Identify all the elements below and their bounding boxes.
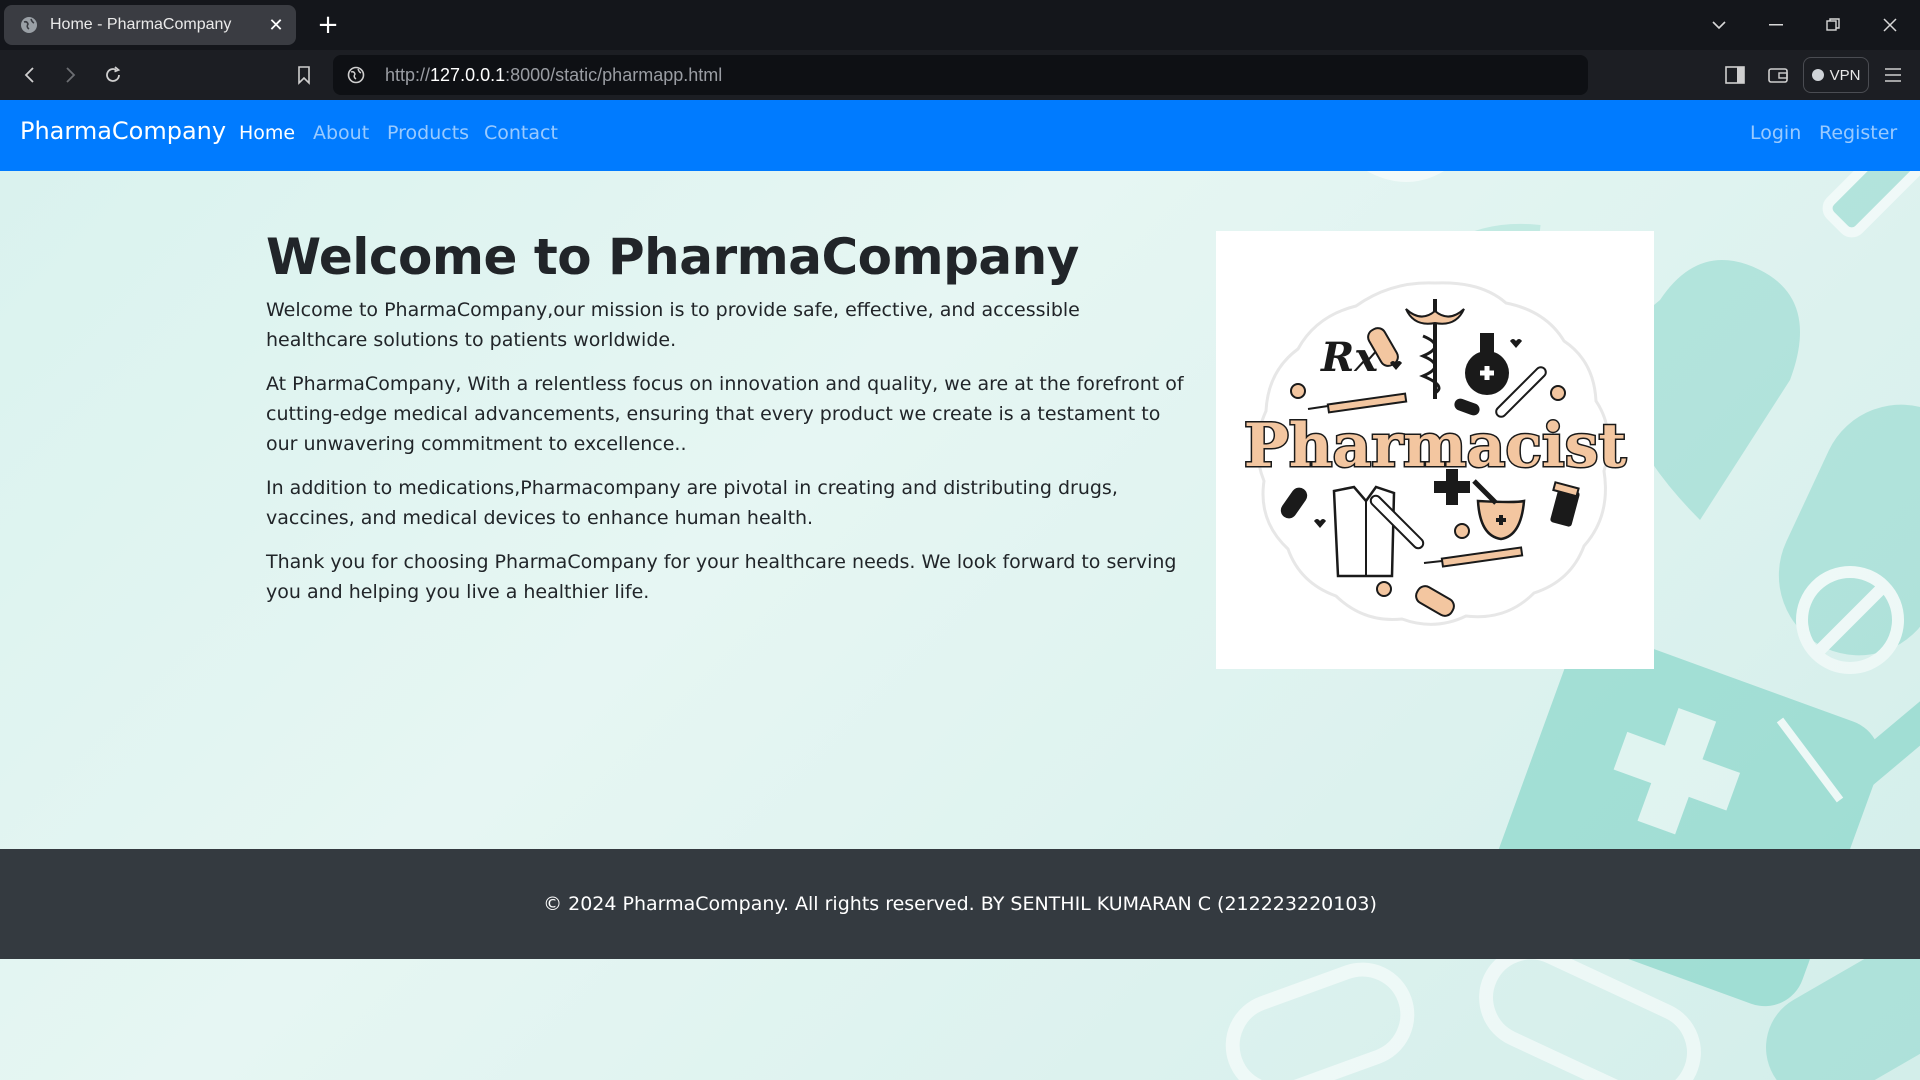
vpn-status-icon xyxy=(1811,69,1824,81)
nav-link-products[interactable]: Products xyxy=(387,122,469,144)
vpn-button[interactable]: VPN xyxy=(1803,57,1869,93)
welcome-section: Welcome to PharmaCompany Welcome to Phar… xyxy=(266,230,1186,607)
innovation-paragraph: At PharmaCompany, With a relentless focu… xyxy=(266,373,1184,455)
nav-link-contact[interactable]: Contact xyxy=(484,122,558,144)
chevron-down-icon[interactable] xyxy=(1704,10,1734,40)
page-viewport: PharmaCompany Home About Products Contac… xyxy=(0,100,1920,1080)
forward-icon[interactable] xyxy=(56,60,86,90)
site-footer: © 2024 PharmaCompany. All rights reserve… xyxy=(0,849,1920,959)
site-navbar: PharmaCompany Home About Products Contac… xyxy=(0,100,1920,171)
url-scheme: http:// xyxy=(385,64,431,85)
vpn-label: VPN xyxy=(1829,66,1861,84)
close-tab-icon[interactable]: ✕ xyxy=(266,15,286,36)
new-tab-icon[interactable]: + xyxy=(313,10,343,40)
url-path: :8000/static/pharmapp.html xyxy=(505,64,723,85)
intro-paragraph: Welcome to PharmaCompany,our mission is … xyxy=(266,299,1080,351)
medications-paragraph: In addition to medications,Pharmacompany… xyxy=(266,477,1118,529)
browser-tab[interactable]: Home - PharmaCompany ✕ xyxy=(4,5,296,45)
footer-copyright: © 2024 PharmaCompany. All rights reserve… xyxy=(543,893,1377,915)
address-bar[interactable]: http://127.0.0.1:8000/static/pharmapp.ht… xyxy=(333,55,1588,95)
url-text: http://127.0.0.1:8000/static/pharmapp.ht… xyxy=(385,65,722,86)
bookmark-icon[interactable] xyxy=(289,60,319,90)
close-window-icon[interactable] xyxy=(1875,10,1905,40)
navbar-brand[interactable]: PharmaCompany xyxy=(20,117,226,145)
wallet-icon[interactable] xyxy=(1763,60,1793,90)
pharmacist-text: Pharmacist xyxy=(1244,411,1627,481)
nav-link-login[interactable]: Login xyxy=(1750,122,1801,144)
browser-tab-bar: Home - PharmaCompany ✕ + xyxy=(0,0,1920,50)
pharmacist-sticker-icon: Rx Pharmacist xyxy=(1242,281,1628,626)
pharmacist-image: Rx Pharmacist xyxy=(1216,231,1654,669)
nav-link-register[interactable]: Register xyxy=(1819,122,1897,144)
sidebar-icon[interactable] xyxy=(1720,60,1750,90)
tab-title: Home - PharmaCompany xyxy=(50,16,232,33)
nav-link-about[interactable]: About xyxy=(313,122,369,144)
nav-link-home[interactable]: Home xyxy=(239,122,295,144)
url-host: 127.0.0.1 xyxy=(430,64,506,85)
minimize-icon[interactable] xyxy=(1761,10,1791,40)
globe-icon xyxy=(18,14,40,36)
thank-you-paragraph: Thank you for choosing PharmaCompany for… xyxy=(266,551,1177,603)
menu-icon[interactable] xyxy=(1878,60,1908,90)
site-info-icon[interactable] xyxy=(345,64,367,86)
back-icon[interactable] xyxy=(14,60,44,90)
restore-icon[interactable] xyxy=(1818,10,1848,40)
reload-icon[interactable] xyxy=(98,60,128,90)
page-title: Welcome to PharmaCompany xyxy=(266,228,1079,286)
